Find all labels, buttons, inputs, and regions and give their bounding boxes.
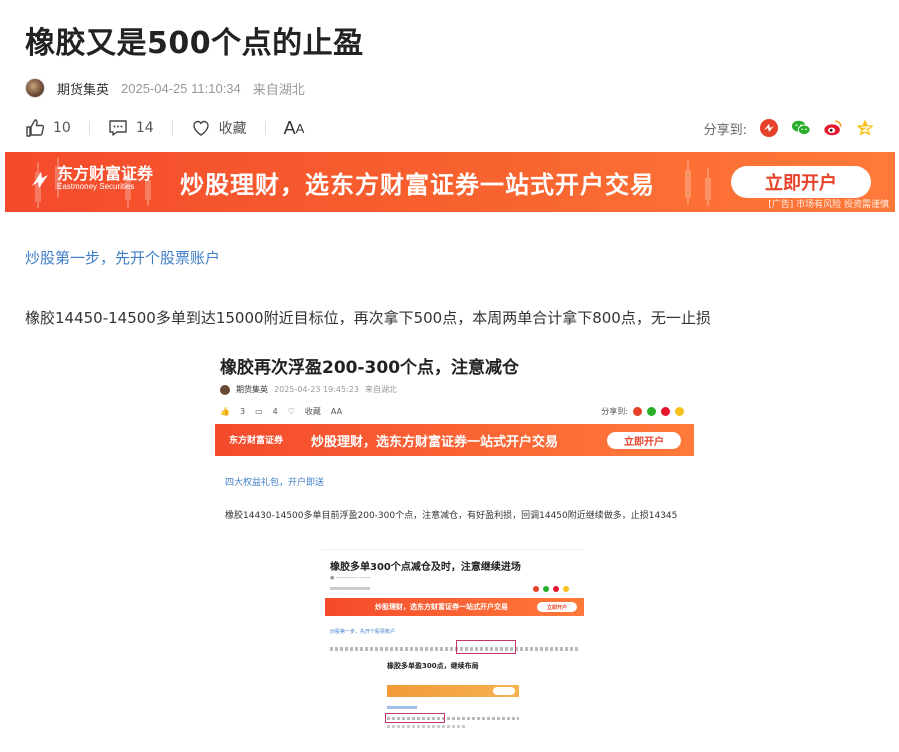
comment-count: 14 xyxy=(135,120,154,136)
like-button[interactable]: 10 xyxy=(25,118,71,138)
action-bar: 10 14 收藏 AA 分享到: xyxy=(25,116,875,140)
qzone-share-icon[interactable] xyxy=(855,118,875,138)
embedded-paragraph: 橡胶14430-14500多单目前浮盈200-300个点，注意减仓，有好盈利损，… xyxy=(225,511,678,521)
nested2-button xyxy=(493,687,515,695)
nested-title: 橡胶多单300个点减仓及时，注意继续进场 xyxy=(330,562,521,573)
divider xyxy=(88,121,90,135)
divider xyxy=(264,121,266,135)
embedded-brand: 东方财富证券 xyxy=(229,436,284,446)
comment-icon xyxy=(109,120,127,136)
nested-action-bar xyxy=(330,586,569,592)
embedded-heart-icon: ♡ xyxy=(287,407,295,416)
divider xyxy=(171,121,173,135)
font-size-button[interactable]: AA xyxy=(284,118,305,139)
ad-disclaimer: [广告] 市场有风险 投资需谨慎 xyxy=(768,200,889,210)
wechat-share-icon[interactable] xyxy=(791,118,811,138)
like-count: 10 xyxy=(53,120,71,136)
embedded-title: 橡胶再次浮盈200-300个点，注意减仓 xyxy=(220,358,520,378)
open-account-button[interactable]: 立即开户 xyxy=(731,166,871,198)
font-size-small-glyph: A xyxy=(295,120,305,136)
embedded-share-bar: 分享到: xyxy=(601,406,684,417)
embedded-time: 2025-04-23 19:45:23 xyxy=(274,385,359,394)
nested-screenshot-level-2: 橡胶多单盈300点，继续布局 xyxy=(384,659,524,744)
nested2-text-line-2 xyxy=(387,725,467,728)
embedded-moments-icon xyxy=(633,407,642,416)
embedded-screenshot[interactable]: 橡胶再次浮盈200-300个点，注意减仓 期货集英 2025-04-23 19:… xyxy=(210,344,694,744)
favorite-button[interactable]: 收藏 xyxy=(191,118,247,138)
embedded-location: 来自湖北 xyxy=(364,385,397,394)
publish-location: 来自湖北 xyxy=(252,82,305,98)
eastmoney-logo-icon xyxy=(32,172,48,188)
embedded-like-count: 3 xyxy=(239,407,246,416)
highlight-box xyxy=(456,640,516,654)
ad-banner[interactable]: 东方财富证券 Eastmoney Securities 炒股理财，选东方财富证券… xyxy=(5,152,895,212)
embedded-avatar xyxy=(220,384,230,395)
share-bar: 分享到: xyxy=(704,118,875,138)
embedded-wechat-icon xyxy=(647,407,656,416)
embedded-weibo-icon xyxy=(661,407,670,416)
article-meta: 期货集英 2025-04-25 11:10:34 来自湖北 xyxy=(25,78,305,98)
author-name[interactable]: 期货集英 xyxy=(57,79,109,98)
nested2-link-line xyxy=(387,706,417,709)
comment-button[interactable]: 14 xyxy=(108,118,154,138)
brand-logo: 东方财富证券 Eastmoney Securities xyxy=(29,166,153,192)
nested-ad-banner: 炒股理财，选东方财富证券一站式开户交易 立即开户 xyxy=(325,598,584,616)
article-page: 橡胶又是500个点的止盈 期货集英 2025-04-25 11:10:34 来自… xyxy=(5,0,895,752)
embedded-favorite-label: 收藏 xyxy=(304,407,321,416)
embedded-comment-count: 4 xyxy=(272,407,278,416)
embedded-meta: 期货集英 2025-04-23 19:45:23 来自湖北 xyxy=(220,384,397,395)
font-size-large-glyph: A xyxy=(283,117,296,138)
nested-open-button: 立即开户 xyxy=(537,602,577,612)
embedded-comment-icon: ▭ xyxy=(255,407,263,416)
article-paragraph: 橡胶14450-14500多单到达15000附近目标位，再次拿下500点，本周两… xyxy=(25,309,711,327)
embedded-share-label: 分享到: xyxy=(601,407,628,416)
highlight-box-2 xyxy=(385,713,445,723)
article-title: 橡胶又是500个点的止盈 xyxy=(25,26,364,61)
brand-name-en: Eastmoney Securities xyxy=(57,182,135,191)
favorite-label: 收藏 xyxy=(218,121,247,137)
nested-slogan: 炒股理财，选东方财富证券一站式开户交易 xyxy=(375,603,508,611)
nested-paragraph-lines xyxy=(330,647,580,651)
bottom-fade xyxy=(5,738,895,752)
embedded-ad-banner: 东方财富证券 炒股理财，选东方财富证券一站式开户交易 立即开户 xyxy=(215,424,694,456)
nested2-banner xyxy=(387,685,519,697)
embedded-thumbs-up-icon: 👍 xyxy=(220,407,230,416)
moments-share-icon[interactable] xyxy=(759,118,779,138)
embedded-action-bar: 👍 3 ▭ 4 ♡ 收藏 AA 分享到: xyxy=(220,406,684,417)
brand-name-cn: 东方财富证券 xyxy=(57,164,154,183)
embedded-font-size-icon: AA xyxy=(330,407,343,416)
heart-icon xyxy=(192,120,209,136)
nested-screenshot: 橡胶多单300个点减仓及时，注意继续进场 ● ─────── ──── 炒股理财… xyxy=(322,549,584,744)
embedded-link: 四大权益礼包，开户即送 xyxy=(225,478,325,488)
publish-time: 2025-04-25 11:10:34 xyxy=(121,80,241,96)
author-avatar[interactable] xyxy=(25,78,45,98)
nested-link: 炒股第一步，先开个股票账户 xyxy=(330,629,396,635)
embedded-slogan: 炒股理财，选东方财富证券一站式开户交易 xyxy=(311,435,559,450)
embedded-author: 期货集英 xyxy=(236,385,268,394)
thumbs-up-icon xyxy=(26,119,45,137)
open-account-link[interactable]: 炒股第一步，先开个股票账户 xyxy=(25,247,220,268)
share-label: 分享到: xyxy=(703,122,747,138)
nested-meta: ● ─────── ──── xyxy=(330,575,371,581)
banner-slogan: 炒股理财，选东方财富证券一站式开户交易 xyxy=(180,171,655,199)
embedded-open-button: 立即开户 xyxy=(607,432,681,449)
weibo-share-icon[interactable] xyxy=(823,118,843,138)
embedded-qzone-icon xyxy=(675,407,684,416)
nested2-title: 橡胶多单盈300点，继续布局 xyxy=(387,662,479,670)
